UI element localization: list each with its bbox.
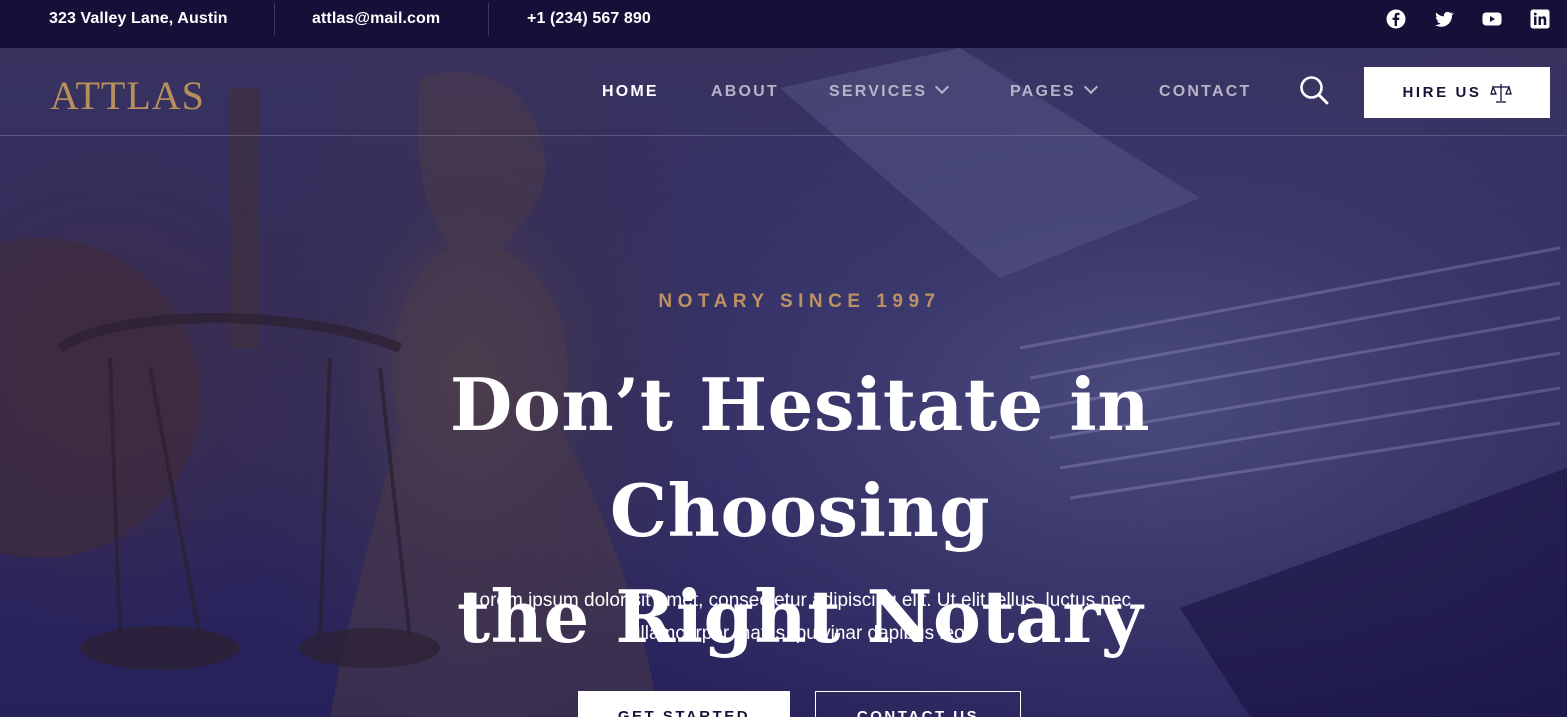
contact-us-button[interactable]: CONTACT US <box>815 691 1021 717</box>
search-icon[interactable] <box>1298 74 1330 106</box>
twitter-icon[interactable] <box>1434 9 1454 29</box>
phone-link[interactable]: +1 (234) 567 890 <box>527 10 651 28</box>
hire-us-label: HIRE US <box>1402 84 1482 101</box>
nav-item-services[interactable]: SERVICES <box>829 79 950 101</box>
get-started-button[interactable]: GET STARTED <box>578 691 790 717</box>
hero-description: Lorem ipsum dolor sit amet, consectetur … <box>468 590 1132 644</box>
youtube-icon[interactable] <box>1482 9 1502 29</box>
nav-item-home[interactable]: HOME <box>602 83 659 101</box>
hire-us-button[interactable]: HIRE US <box>1364 67 1550 118</box>
nav-item-pages-label: PAGES <box>1010 83 1076 100</box>
main-navigation: ATTLAS HOME ABOUT SERVICES PAGES CONTACT… <box>0 48 1567 136</box>
divider <box>274 3 275 36</box>
address-text: 323 Valley Lane, Austin <box>49 10 228 27</box>
divider <box>488 3 489 36</box>
nav-item-about[interactable]: ABOUT <box>711 83 779 101</box>
chevron-down-icon <box>935 79 950 95</box>
headline-line-1: Don’t Hesitate in Choosing <box>449 362 1151 553</box>
scales-icon <box>1489 83 1512 103</box>
chevron-down-icon <box>1083 79 1098 95</box>
hero-eyebrow: NOTARY SINCE 1997 <box>658 291 941 312</box>
site-logo[interactable]: ATTLAS <box>50 72 205 119</box>
facebook-icon[interactable] <box>1386 9 1406 29</box>
top-info-bar: 323 Valley Lane, Austin attlas@mail.com … <box>0 0 1567 48</box>
nav-item-services-label: SERVICES <box>829 83 928 100</box>
nav-item-pages[interactable]: PAGES <box>1010 79 1098 101</box>
linkedin-icon[interactable] <box>1530 9 1550 29</box>
email-link[interactable]: attlas@mail.com <box>312 10 440 28</box>
social-links <box>1386 9 1550 29</box>
nav-item-contact[interactable]: CONTACT <box>1159 83 1251 101</box>
